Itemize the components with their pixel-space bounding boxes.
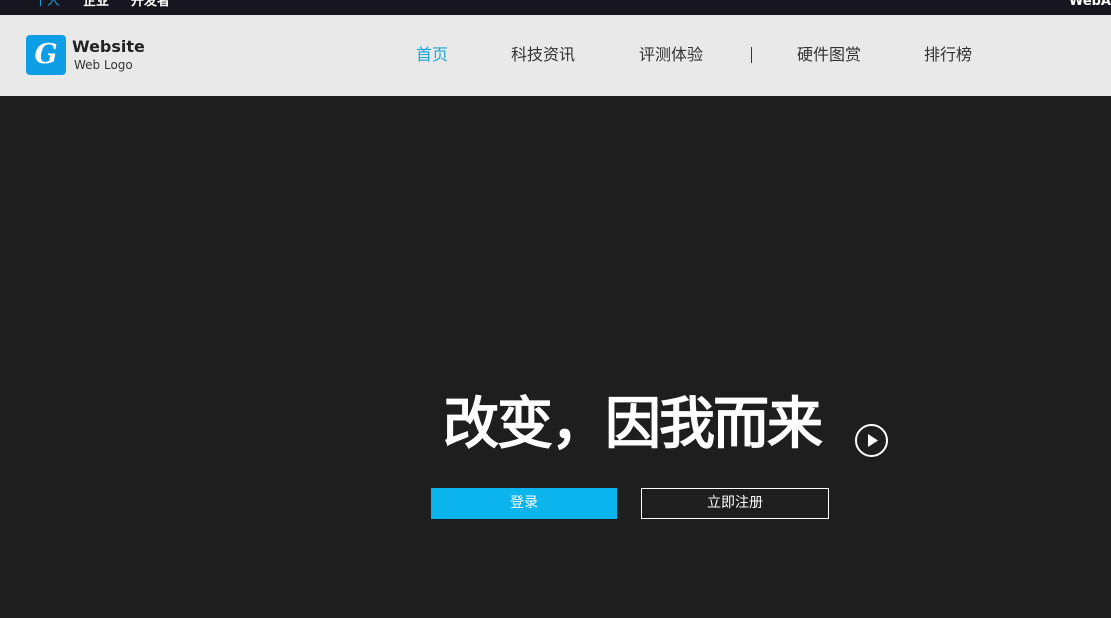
nav-item-tech-news[interactable]: 科技资讯 bbox=[511, 45, 575, 65]
site-logo[interactable]: G Website Web Logo bbox=[26, 35, 166, 77]
topbar-link-enterprise[interactable]: 企业 bbox=[83, 0, 109, 10]
nav-item-reviews[interactable]: 评测体验 bbox=[639, 45, 703, 65]
nav-item-home[interactable]: 首页 bbox=[416, 45, 448, 65]
register-button[interactable]: 立即注册 bbox=[641, 488, 829, 519]
site-header: G Website Web Logo 首页 科技资讯 评测体验 硬件图赏 排行榜 bbox=[0, 15, 1111, 96]
topbar-link-developer[interactable]: 开发者 bbox=[131, 0, 170, 10]
topbar-right-text[interactable]: WebA bbox=[1069, 0, 1111, 10]
hero-slogan: 改变，因我而来 bbox=[443, 391, 823, 457]
play-video-icon[interactable] bbox=[855, 424, 888, 457]
login-button[interactable]: 登录 bbox=[431, 488, 617, 519]
topbar-link-personal[interactable]: 个人 bbox=[34, 0, 60, 10]
logo-icon: G bbox=[26, 35, 66, 75]
nav-divider bbox=[751, 47, 752, 63]
top-utility-bar: 个人 企业 开发者 WebA bbox=[0, 0, 1111, 15]
logo-subtitle: Web Logo bbox=[74, 58, 133, 72]
nav-item-hardware-gallery[interactable]: 硬件图赏 bbox=[797, 45, 861, 65]
logo-title: Website bbox=[72, 37, 145, 56]
nav-item-rankings[interactable]: 排行榜 bbox=[924, 45, 972, 65]
hero-banner: 改变，因我而来 登录 立即注册 bbox=[0, 96, 1111, 618]
